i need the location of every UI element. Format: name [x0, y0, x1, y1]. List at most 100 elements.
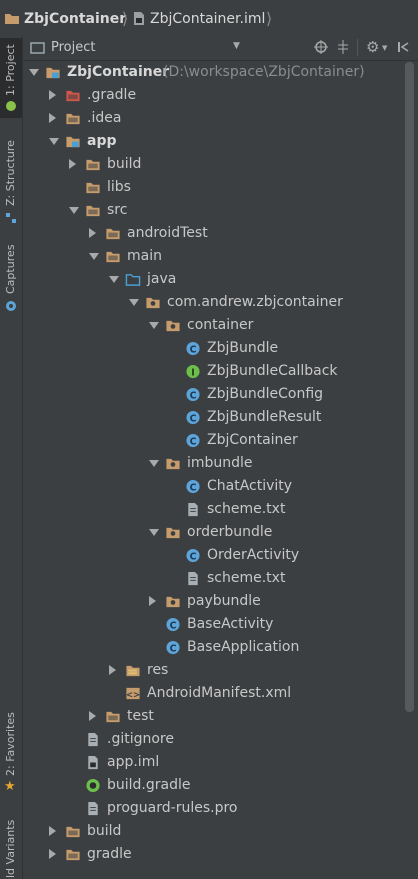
tree-row[interactable]: .gradle [23, 84, 403, 107]
tree-row[interactable]: res [23, 659, 403, 682]
tree-item-label: AndroidManifest.xml [147, 685, 292, 701]
tree-item-label: BaseApplication [187, 639, 300, 655]
separator [357, 39, 358, 56]
tree-row[interactable]: C ZbjBundle [23, 337, 403, 360]
project-view-icon [30, 42, 45, 54]
tree-item-label: paybundle [187, 593, 261, 609]
expanded-arrow-icon[interactable] [49, 138, 59, 145]
tab-favorites[interactable]: 2: Favorites ★ [0, 706, 22, 806]
tab-build-variants[interactable]: ld Variants [0, 816, 22, 879]
gradle-file-icon [86, 778, 100, 793]
expanded-arrow-icon[interactable] [129, 299, 139, 306]
tab-captures[interactable]: Captures [0, 242, 22, 322]
collapsed-arrow-icon[interactable] [89, 228, 96, 238]
tree-row[interactable]: C ChatActivity [23, 475, 403, 498]
tree-row[interactable]: <> AndroidManifest.xml [23, 682, 403, 705]
folder-icon [86, 205, 100, 217]
collapsed-arrow-icon[interactable] [49, 849, 56, 859]
gear-icon[interactable]: ⚙ [366, 38, 379, 56]
tree-row[interactable]: test [23, 705, 403, 728]
tree-row[interactable]: main [23, 245, 403, 268]
tree-row[interactable]: app.iml [23, 751, 403, 774]
tree-row[interactable]: libs [23, 176, 403, 199]
tree-row[interactable]: ZbjContainer (D:\workspace\ZbjContainer) [23, 61, 403, 84]
tab-structure-label: Z: Structure [4, 140, 17, 206]
expanded-arrow-icon[interactable] [149, 460, 159, 467]
tree-row[interactable]: proguard-rules.pro [23, 797, 403, 820]
tree-row[interactable]: .idea [23, 107, 403, 130]
collapsed-arrow-icon[interactable] [49, 90, 56, 100]
tree-row[interactable]: gradle [23, 843, 403, 866]
collapsed-arrow-icon[interactable] [89, 711, 96, 721]
chevron-down-icon[interactable]: ▼ [233, 41, 240, 51]
tree-row[interactable]: container [23, 314, 403, 337]
breadcrumb-file[interactable]: ZbjContainer.iml [150, 11, 265, 27]
collapse-all-icon[interactable] [336, 40, 350, 54]
expanded-arrow-icon[interactable] [89, 253, 99, 260]
tree-row[interactable]: I ZbjBundleCallback [23, 360, 403, 383]
expanded-arrow-icon[interactable] [29, 69, 39, 76]
tree-item-label: libs [107, 179, 131, 195]
source-folder-icon [125, 274, 141, 286]
expanded-arrow-icon[interactable] [149, 529, 159, 536]
tree-row[interactable]: app [23, 130, 403, 153]
folder-icon [86, 182, 100, 194]
tab-project[interactable]: 1: Project [0, 38, 22, 118]
tree-item-label: main [127, 248, 162, 264]
resource-folder-icon [126, 665, 140, 677]
expanded-arrow-icon[interactable] [149, 322, 159, 329]
collapsed-arrow-icon[interactable] [49, 113, 56, 123]
tree-row[interactable]: C ZbjBundleResult [23, 406, 403, 429]
tree-row[interactable]: build [23, 153, 403, 176]
tree-row[interactable]: java [23, 268, 403, 291]
module-folder-icon [66, 136, 80, 148]
tree-row[interactable]: androidTest [23, 222, 403, 245]
tree-row[interactable]: paybundle [23, 590, 403, 613]
tree-row[interactable]: C BaseApplication [23, 636, 403, 659]
collapsed-arrow-icon[interactable] [149, 596, 156, 606]
tree-row[interactable]: build [23, 820, 403, 843]
view-selector-label[interactable]: Project [51, 40, 95, 55]
expanded-arrow-icon[interactable] [109, 276, 119, 283]
tree-item-label: ZbjBundle [207, 340, 279, 356]
breadcrumb-project[interactable]: ZbjContainer [24, 11, 126, 27]
tab-captures-label: Captures [4, 244, 17, 294]
tab-build-variants-label: ld Variants [4, 819, 17, 878]
package-icon [166, 320, 180, 332]
tree-row[interactable]: C ZbjContainer [23, 429, 403, 452]
tab-structure[interactable]: Z: Structure [0, 134, 22, 244]
chevron-down-icon[interactable]: ▼ [382, 44, 387, 52]
tree-item-label: src [107, 202, 128, 218]
tree-row[interactable]: src [23, 199, 403, 222]
folder-icon [86, 159, 100, 171]
class-icon: C [186, 433, 200, 447]
tree-row[interactable]: build.gradle [23, 774, 403, 797]
collapsed-arrow-icon[interactable] [109, 665, 116, 675]
tree-item-label: proguard-rules.pro [107, 800, 238, 816]
folder-red-icon [66, 90, 80, 102]
svg-text:C: C [190, 344, 197, 355]
tree-item-label: build [107, 156, 142, 172]
tree-item-label: com.andrew.zbjcontainer [167, 294, 343, 310]
expanded-arrow-icon[interactable] [69, 207, 79, 214]
iml-file-icon [134, 12, 144, 25]
collapsed-arrow-icon[interactable] [49, 826, 56, 836]
tree-row[interactable]: imbundle [23, 452, 403, 475]
hide-panel-icon[interactable] [396, 40, 410, 54]
tree-row[interactable]: orderbundle [23, 521, 403, 544]
locate-icon[interactable] [314, 40, 328, 54]
tree-item-label: ZbjBundleConfig [207, 386, 324, 402]
tree-row[interactable]: .gitignore [23, 728, 403, 751]
svg-text:<>: <> [126, 689, 140, 699]
tree-row[interactable]: C BaseActivity [23, 613, 403, 636]
tree-item-label: container [187, 317, 254, 333]
collapsed-arrow-icon[interactable] [69, 159, 76, 169]
tree-row[interactable]: scheme.txt [23, 498, 403, 521]
scrollbar-thumb[interactable] [405, 62, 414, 712]
tree-row[interactable]: C OrderActivity [23, 544, 403, 567]
class-icon: C [186, 387, 200, 401]
tree-row[interactable]: scheme.txt [23, 567, 403, 590]
structure-icon [6, 213, 16, 223]
tree-row[interactable]: com.andrew.zbjcontainer [23, 291, 403, 314]
tree-row[interactable]: C ZbjBundleConfig [23, 383, 403, 406]
